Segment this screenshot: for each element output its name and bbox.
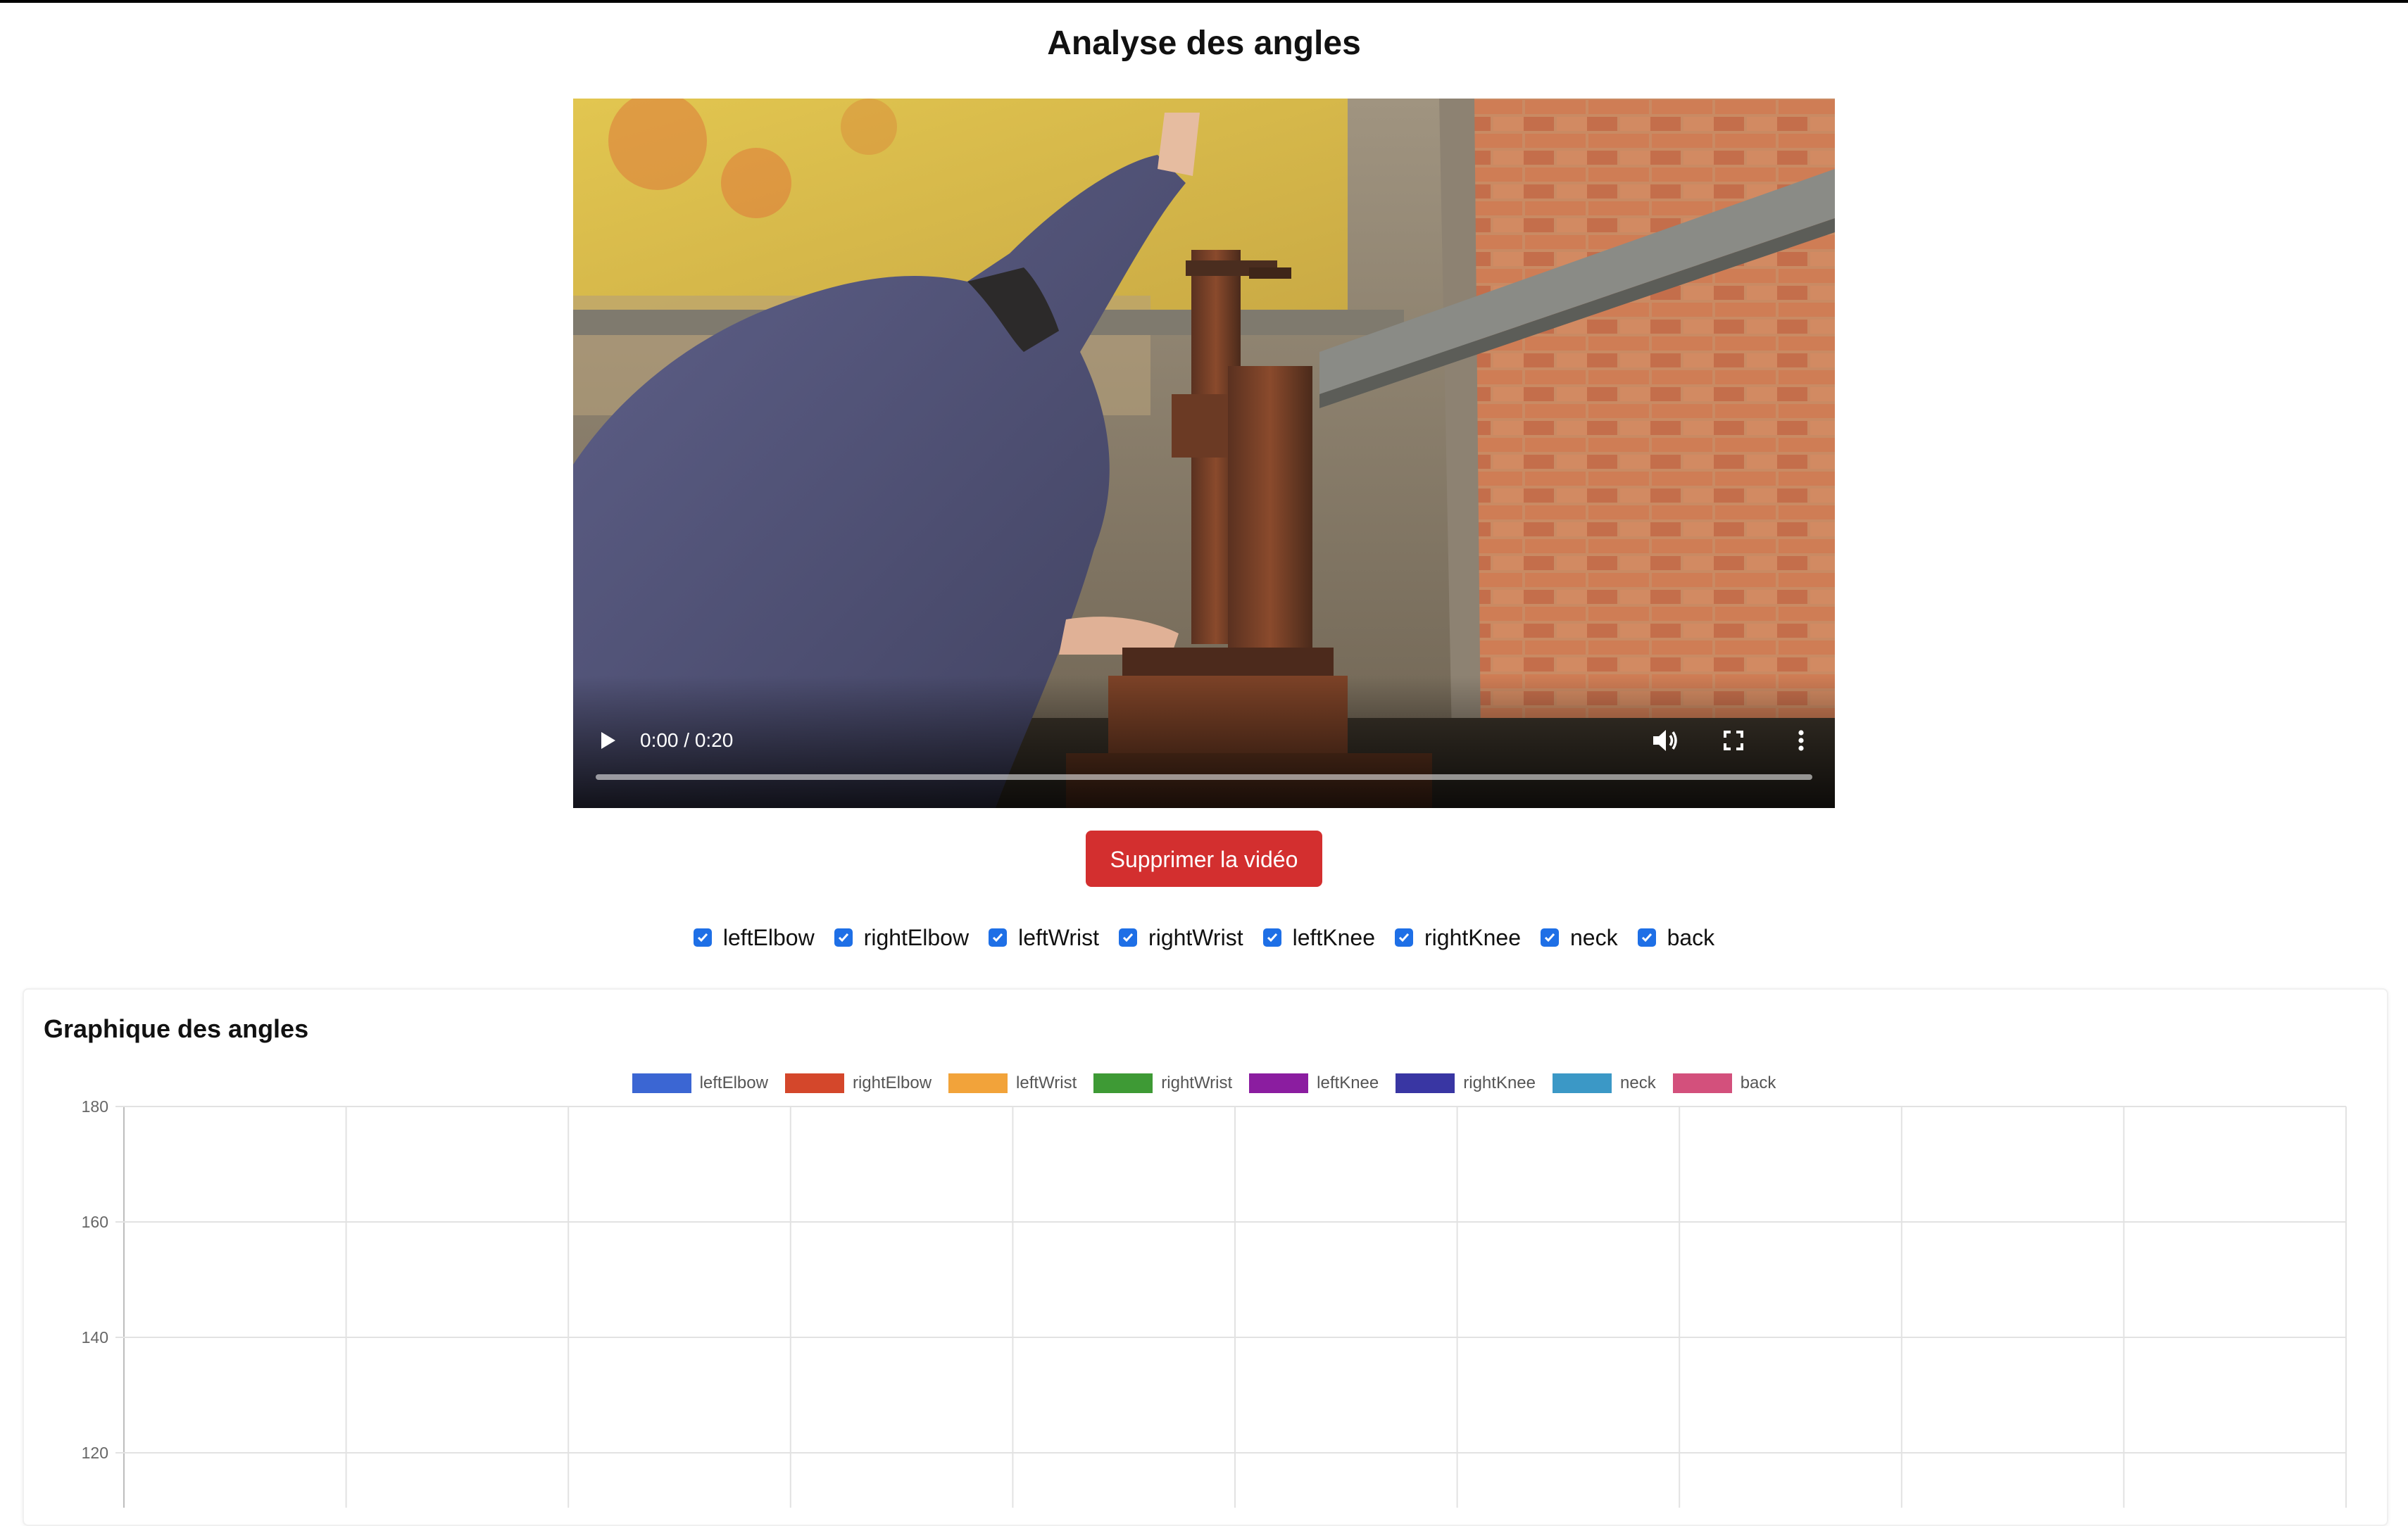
- angle-chart: 180 160 140 120: [82, 1097, 2347, 1508]
- y-tick-label: 160: [82, 1213, 108, 1231]
- y-tick-label: 140: [82, 1328, 108, 1347]
- y-tick-label: 180: [82, 1097, 108, 1116]
- y-tick-label: 120: [82, 1444, 108, 1462]
